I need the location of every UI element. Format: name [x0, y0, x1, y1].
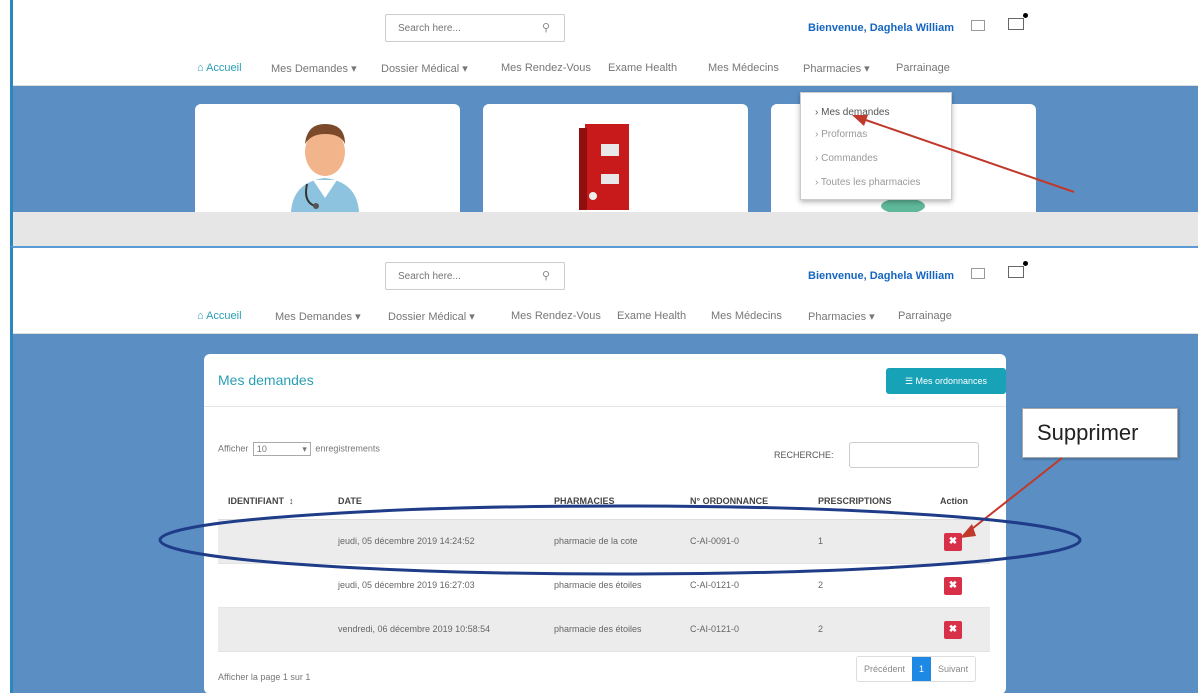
page-info: Afficher la page 1 sur 1	[218, 672, 311, 682]
col-identifiant[interactable]: IDENTIFIANT ↕	[228, 496, 294, 506]
dropdown-commandes[interactable]: › Commandes	[815, 153, 878, 164]
cell-pharmacie: pharmacie des étoiles	[554, 624, 642, 634]
top-bar: ⚲ Bienvenue, Daghela William	[13, 248, 1198, 298]
nav-mes-medecins[interactable]: Mes Médecins	[711, 310, 782, 322]
cell-prescriptions: 2	[818, 580, 824, 590]
length-label-prefix: Afficher	[218, 443, 249, 454]
pagination-next[interactable]: Suivant	[931, 657, 975, 681]
col-pharmacies[interactable]: PHARMACIES	[554, 496, 615, 506]
search-input[interactable]	[386, 263, 526, 289]
cell-prescriptions: 1	[818, 536, 824, 546]
nav-exame-health[interactable]: Exame Health	[617, 310, 686, 322]
table-row[interactable]: vendredi, 06 décembre 2019 10:58:54 phar…	[218, 608, 990, 652]
nav-mes-demandes[interactable]: Mes Demandes ▾	[275, 310, 361, 323]
nav-pharmacies[interactable]: Pharmacies ▾	[803, 62, 870, 75]
cell-date: jeudi, 05 décembre 2019 16:27:03	[338, 580, 475, 590]
cell-date: vendredi, 06 décembre 2019 10:58:54	[338, 624, 491, 634]
col-prescriptions[interactable]: PRESCRIPTIONS	[818, 496, 892, 506]
length-label-suffix: enregistrements	[315, 443, 380, 454]
welcome-text: Bienvenue, Daghela William	[808, 270, 954, 282]
length-control: Afficher 10 enregistrements	[218, 442, 380, 456]
supprimer-callout: Supprimer	[1022, 408, 1178, 458]
pagination-current[interactable]: 1	[912, 657, 932, 681]
nav-parrainage[interactable]: Parrainage	[898, 310, 952, 322]
nav-rendez-vous[interactable]: Mes Rendez-Vous	[501, 62, 591, 74]
panel-divider	[204, 406, 1006, 407]
cell-ordonnance: C-AI-0091-0	[690, 536, 740, 546]
pharmacies-dropdown: › Mes demandes › Proformas › Commandes ›…	[800, 92, 952, 200]
cell-pharmacie: pharmacie des étoiles	[554, 580, 642, 590]
folder-icon	[579, 124, 629, 210]
table-search-input[interactable]	[849, 442, 979, 468]
search-label: RECHERCHE:	[774, 450, 834, 460]
length-select[interactable]: 10	[252, 442, 311, 456]
home-banner	[13, 86, 1198, 212]
dropdown-mes-demandes[interactable]: › Mes demandes	[815, 107, 889, 118]
dropdown-toutes-pharmacies[interactable]: › Toutes les pharmacies	[815, 177, 920, 188]
delete-button[interactable]: ✖	[944, 621, 962, 639]
nav-dossier-medical[interactable]: Dossier Médical ▾	[381, 62, 468, 75]
screenshot-home: ⚲ Bienvenue, Daghela William ⌂ Accueil M…	[10, 0, 1198, 212]
nav-dossier-medical[interactable]: Dossier Médical ▾	[388, 310, 475, 323]
col-ordonnance[interactable]: N° ORDONNANCE	[690, 496, 768, 506]
cell-ordonnance: C-AI-0121-0	[690, 624, 740, 634]
cell-prescriptions: 2	[818, 624, 824, 634]
user-card-icon[interactable]	[971, 20, 985, 31]
mail-icon[interactable]	[1008, 13, 1028, 30]
col-action: Action	[940, 496, 968, 506]
nav-pharmacies[interactable]: Pharmacies ▾	[808, 310, 875, 323]
nav-exame-health[interactable]: Exame Health	[608, 62, 677, 74]
panel-title: Mes demandes	[218, 372, 314, 388]
dropdown-proformas[interactable]: › Proformas	[815, 129, 867, 140]
top-bar: ⚲ Bienvenue, Daghela William	[13, 0, 1198, 50]
table-header: IDENTIFIANT ↕ DATE PHARMACIES N° ORDONNA…	[218, 482, 990, 520]
delete-button[interactable]: ✖	[944, 533, 962, 551]
main-nav: ⌂ Accueil Mes Demandes ▾ Dossier Médical…	[13, 298, 1198, 334]
doctor-icon	[291, 124, 359, 212]
card-dossier[interactable]	[483, 104, 748, 212]
nav-parrainage[interactable]: Parrainage	[896, 62, 950, 74]
nav-accueil[interactable]: ⌂ Accueil	[197, 62, 242, 74]
mes-ordonnances-button[interactable]: ☰ Mes ordonnances	[886, 368, 1006, 394]
search-input[interactable]	[386, 15, 526, 41]
search-box[interactable]: ⚲	[385, 14, 565, 42]
table-row[interactable]: jeudi, 05 décembre 2019 16:27:03 pharmac…	[218, 564, 990, 608]
table-row[interactable]: jeudi, 05 décembre 2019 14:24:52 pharmac…	[218, 520, 990, 564]
pagination: Précédent 1 Suivant	[856, 656, 977, 682]
search-box[interactable]: ⚲	[385, 262, 565, 290]
cell-date: jeudi, 05 décembre 2019 14:24:52	[338, 536, 475, 546]
card-medecins[interactable]	[195, 104, 460, 212]
mail-icon[interactable]	[1008, 261, 1028, 278]
mes-demandes-panel: Mes demandes ☰ Mes ordonnances Afficher …	[204, 354, 1006, 694]
nav-accueil[interactable]: ⌂ Accueil	[197, 310, 242, 322]
delete-button[interactable]: ✖	[944, 577, 962, 595]
separator-strip	[10, 212, 1198, 246]
search-icon[interactable]: ⚲	[542, 269, 550, 282]
nav-rendez-vous[interactable]: Mes Rendez-Vous	[511, 310, 601, 322]
col-date[interactable]: DATE	[338, 496, 362, 506]
welcome-text: Bienvenue, Daghela William	[808, 22, 954, 34]
nav-mes-medecins[interactable]: Mes Médecins	[708, 62, 779, 74]
cell-ordonnance: C-AI-0121-0	[690, 580, 740, 590]
pagination-prev[interactable]: Précédent	[857, 657, 912, 681]
cell-pharmacie: pharmacie de la cote	[554, 536, 638, 546]
search-icon[interactable]: ⚲	[542, 21, 550, 34]
user-card-icon[interactable]	[971, 268, 985, 279]
nav-mes-demandes[interactable]: Mes Demandes ▾	[271, 62, 357, 75]
main-nav: ⌂ Accueil Mes Demandes ▾ Dossier Médical…	[13, 50, 1198, 86]
